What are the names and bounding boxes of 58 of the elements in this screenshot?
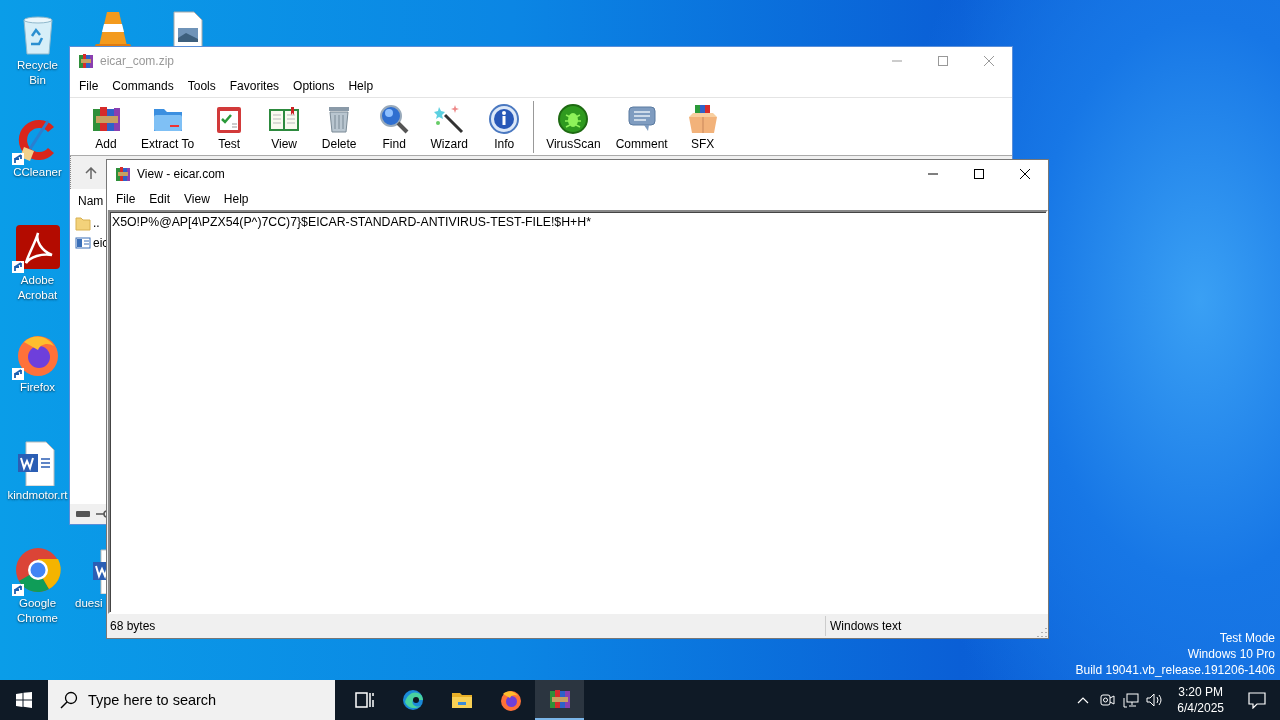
close-icon bbox=[984, 56, 994, 66]
menu-item[interactable]: File bbox=[72, 79, 106, 93]
status-text: 68 bytes bbox=[109, 619, 157, 633]
resize-grip-icon[interactable] bbox=[1035, 625, 1047, 637]
search-field[interactable]: Type here to search bbox=[48, 680, 335, 720]
text-viewer[interactable]: X5O!P%@AP[4\PZX54(P^)7CC)7}$EICAR-STANDARD-ANTIVIRUS-TEST-FILE!$H+H* bbox=[108, 210, 1048, 614]
app-icon bbox=[78, 53, 94, 69]
info-button[interactable]: Info bbox=[480, 99, 529, 154]
add-button[interactable]: Add bbox=[82, 99, 130, 154]
menu-item[interactable]: Help bbox=[216, 192, 256, 206]
sfx-button[interactable]: SFX bbox=[678, 99, 727, 154]
file-name[interactable]: .. bbox=[93, 216, 100, 230]
menu-item[interactable]: View bbox=[177, 192, 217, 206]
windows-logo-icon bbox=[16, 692, 32, 708]
menu-item[interactable]: Help bbox=[341, 79, 381, 93]
menu-item[interactable]: Favorites bbox=[222, 79, 287, 93]
column-header[interactable]: Nam bbox=[78, 194, 104, 208]
menu-item[interactable]: Edit bbox=[142, 192, 178, 206]
folder-icon bbox=[75, 215, 91, 231]
watermark-text: Test Mode bbox=[1219, 630, 1275, 646]
menu-item[interactable]: File bbox=[109, 192, 143, 206]
test-button[interactable]: Test bbox=[205, 99, 254, 154]
winrar-taskbar-button[interactable] bbox=[535, 680, 584, 720]
drive-icon bbox=[75, 509, 91, 519]
file-icon bbox=[75, 235, 91, 251]
virusscan-button[interactable]: VirusScan bbox=[542, 99, 605, 154]
close-icon bbox=[1020, 169, 1030, 179]
bug-icon bbox=[557, 102, 590, 135]
window-title: eicar_com.zip bbox=[100, 54, 176, 68]
menu-item[interactable]: Tools bbox=[180, 79, 223, 93]
app-icon bbox=[115, 166, 131, 182]
edge-icon bbox=[400, 688, 425, 712]
up-button[interactable] bbox=[85, 166, 97, 179]
books-icon bbox=[547, 687, 572, 711]
clock[interactable]: 3:20 PM 6/4/2025 bbox=[1167, 684, 1234, 716]
status-text: Windows text bbox=[825, 616, 1035, 636]
pdf-icon[interactable] bbox=[13, 223, 62, 271]
search-icon bbox=[378, 102, 411, 135]
box-icon bbox=[686, 102, 719, 135]
find-button[interactable]: Find bbox=[370, 99, 419, 154]
watermark-text: Windows 10 Pro bbox=[1187, 646, 1275, 662]
firefox-icon bbox=[498, 688, 523, 712]
menu-item[interactable]: Commands bbox=[105, 79, 181, 93]
speech-bubble-icon bbox=[1248, 691, 1266, 709]
window-title: View - eicar.com bbox=[137, 167, 226, 181]
search-icon bbox=[60, 691, 78, 709]
extract-button[interactable]: Extract To bbox=[137, 99, 199, 154]
up-arrow-icon bbox=[85, 166, 97, 179]
maximize-icon bbox=[974, 169, 984, 179]
delete-button[interactable]: Delete bbox=[315, 99, 364, 154]
view-button[interactable]: View bbox=[260, 99, 309, 154]
watermark-text: Build 19041.vb_release.191206-1406 bbox=[1075, 662, 1275, 678]
chrome-icon[interactable] bbox=[13, 546, 62, 594]
info-icon bbox=[488, 102, 521, 135]
menu-item[interactable]: Options bbox=[286, 79, 342, 93]
comment-button[interactable]: Comment bbox=[611, 99, 672, 154]
maximize-icon bbox=[938, 56, 948, 66]
wizard-button[interactable]: Wizard bbox=[425, 99, 474, 154]
